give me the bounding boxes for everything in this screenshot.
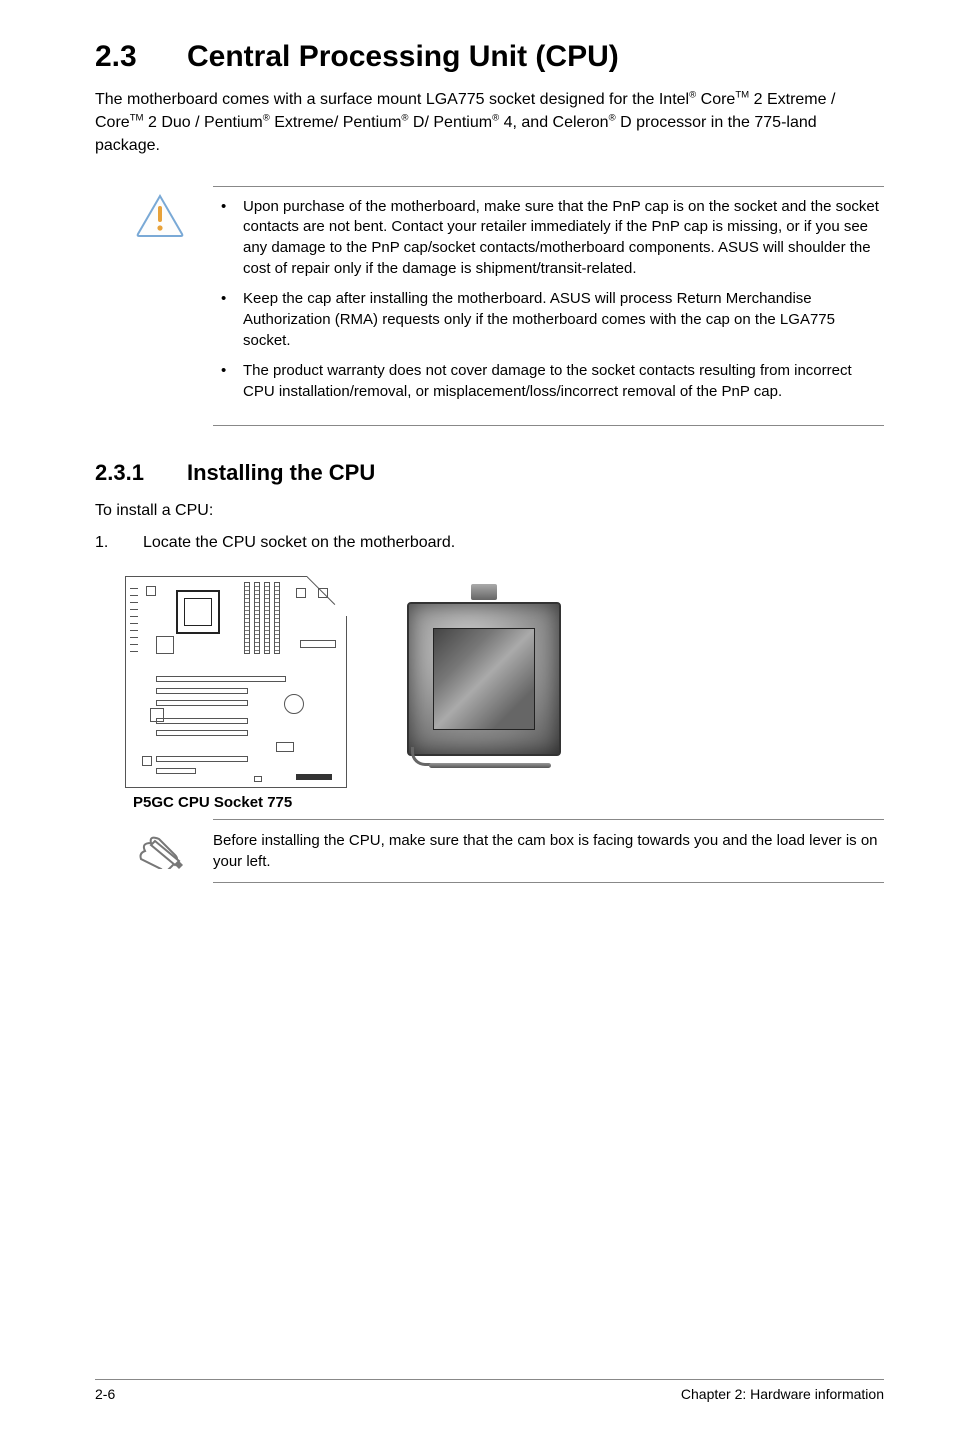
pencil-note-icon bbox=[135, 819, 191, 883]
figure-caption: P5GC CPU Socket 775 bbox=[133, 794, 884, 811]
step-text: Locate the CPU socket on the motherboard… bbox=[143, 534, 455, 552]
section-heading: 2.3Central Processing Unit (CPU) bbox=[95, 40, 884, 74]
subsection-number: 2.3.1 bbox=[95, 460, 187, 486]
warning-item: Keep the cap after installing the mother… bbox=[243, 289, 880, 351]
intro-paragraph: The motherboard comes with a surface mou… bbox=[95, 88, 884, 158]
subsection-heading: 2.3.1Installing the CPU bbox=[95, 460, 884, 486]
step-number: 1. bbox=[95, 534, 115, 552]
warning-triangle-icon bbox=[135, 186, 191, 426]
motherboard-diagram bbox=[125, 576, 347, 788]
subsection-title: Installing the CPU bbox=[187, 460, 375, 485]
warning-item: The product warranty does not cover dama… bbox=[243, 361, 880, 402]
section-number: 2.3 bbox=[95, 40, 187, 74]
note-callout: Before installing the CPU, make sure tha… bbox=[135, 819, 884, 883]
page-number: 2-6 bbox=[95, 1386, 115, 1402]
lead-text: To install a CPU: bbox=[95, 502, 884, 520]
warning-callout: Upon purchase of the motherboard, make s… bbox=[135, 186, 884, 426]
page-footer: 2-6 Chapter 2: Hardware information bbox=[95, 1379, 884, 1402]
note-text: Before installing the CPU, make sure tha… bbox=[213, 819, 884, 883]
figure-row bbox=[125, 576, 884, 788]
step-1: 1. Locate the CPU socket on the motherbo… bbox=[95, 534, 884, 552]
warning-item: Upon purchase of the motherboard, make s… bbox=[243, 197, 880, 280]
section-title: Central Processing Unit (CPU) bbox=[187, 40, 619, 73]
chapter-label: Chapter 2: Hardware information bbox=[681, 1386, 884, 1402]
cpu-socket-photo bbox=[387, 582, 581, 776]
